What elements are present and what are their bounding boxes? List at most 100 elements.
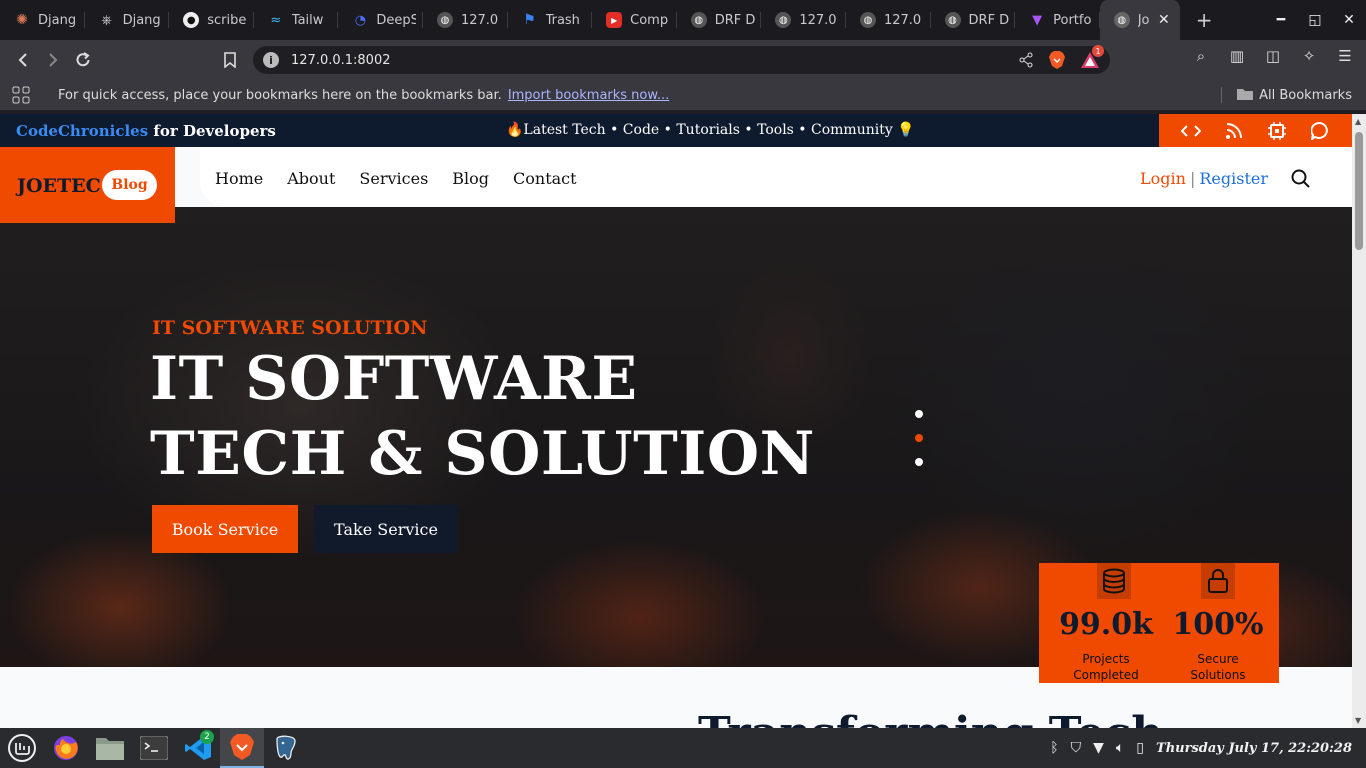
vite-icon: ▼ bbox=[1032, 12, 1043, 28]
rss-icon[interactable] bbox=[1223, 120, 1245, 142]
import-bookmarks-link[interactable]: Import bookmarks now... bbox=[508, 88, 669, 103]
brave-rewards-icon[interactable]: 1 bbox=[1080, 45, 1104, 73]
minimize-icon[interactable]: ━ bbox=[1264, 12, 1298, 28]
globe-icon: ◍ bbox=[1113, 12, 1130, 28]
chip-icon[interactable] bbox=[1266, 120, 1288, 142]
nav-services[interactable]: Services bbox=[359, 169, 428, 188]
apps-grid-icon[interactable] bbox=[12, 86, 30, 104]
chat-icon[interactable] bbox=[1309, 120, 1331, 142]
shield-icon[interactable]: ⛉ bbox=[1071, 740, 1082, 756]
tab-title: Portfo bbox=[1053, 12, 1092, 28]
brave-shields-icon[interactable] bbox=[1048, 50, 1066, 74]
battery-icon[interactable]: ▯ bbox=[1136, 740, 1144, 756]
tab-title: scribe bbox=[207, 12, 247, 28]
maximize-icon[interactable]: ◱ bbox=[1298, 12, 1332, 28]
folder-icon bbox=[1237, 87, 1254, 104]
hero-kicker: IT SOFTWARE SOLUTION bbox=[152, 317, 428, 339]
site-brand[interactable]: CodeChronicles for Developers bbox=[16, 122, 276, 140]
brave-icon[interactable] bbox=[220, 728, 264, 768]
nav-contact[interactable]: Contact bbox=[513, 169, 577, 188]
scroll-up-icon[interactable]: ▲ bbox=[1355, 117, 1361, 126]
browser-tab[interactable]: ⎈ Djang bbox=[85, 0, 170, 40]
wifi-icon[interactable]: ▼ bbox=[1093, 740, 1104, 756]
take-service-button[interactable]: Take Service bbox=[314, 505, 458, 553]
postgres-icon[interactable] bbox=[264, 728, 308, 768]
page-scrollbar[interactable]: ▲ ▼ bbox=[1352, 114, 1366, 728]
tab-title: 127.0 bbox=[799, 12, 837, 28]
bookmarks-hint: For quick access, place your bookmarks h… bbox=[58, 87, 502, 103]
carousel-dot[interactable] bbox=[915, 410, 923, 418]
close-tab-icon[interactable]: ✕ bbox=[1158, 12, 1170, 28]
close-window-icon[interactable]: ✕ bbox=[1332, 12, 1366, 28]
logo-pill: Blog bbox=[102, 170, 157, 200]
address-bar[interactable]: i 127.0.0.1:8002 1 bbox=[253, 45, 1110, 74]
code-icon[interactable] bbox=[1180, 120, 1202, 142]
stat-label-line: Projects bbox=[1082, 652, 1130, 666]
firefox-icon[interactable] bbox=[44, 728, 88, 768]
search-icon[interactable] bbox=[1290, 168, 1312, 190]
nav-about[interactable]: About bbox=[287, 169, 335, 188]
hero-title-line2: TECH & SOLUTION bbox=[150, 419, 815, 489]
tab-title: Jo bbox=[1137, 12, 1150, 28]
book-service-button[interactable]: Book Service bbox=[152, 505, 298, 553]
scrollbar-thumb[interactable] bbox=[1355, 132, 1363, 250]
browser-tab[interactable]: ◍ 127.0 bbox=[761, 0, 846, 40]
main-navigation: Home About Services Blog Contact Login | R… bbox=[200, 147, 1352, 207]
lens-search-icon[interactable]: ⌕ bbox=[1190, 45, 1212, 67]
logo-name: JOETEC bbox=[17, 175, 101, 197]
active-browser-tab[interactable]: ◍ Jo ✕ bbox=[1099, 0, 1180, 40]
auth-separator: | bbox=[1189, 169, 1196, 188]
browser-tab[interactable]: ⚑ Trash bbox=[508, 0, 593, 40]
carousel-dot[interactable] bbox=[915, 458, 923, 466]
site-info-icon[interactable]: i bbox=[263, 52, 279, 68]
site-logo[interactable]: JOETEC Blog bbox=[0, 147, 175, 223]
register-link[interactable]: Register bbox=[1199, 169, 1268, 188]
volume-icon[interactable]: 🔈︎ bbox=[1116, 740, 1124, 756]
back-button[interactable] bbox=[8, 45, 38, 75]
site-topbar: CodeChronicles for Developers 🔥Latest Te… bbox=[0, 114, 1352, 147]
browser-tab[interactable]: ◍ DRF D bbox=[931, 0, 1016, 40]
carousel-dot-active[interactable] bbox=[915, 434, 923, 442]
browser-tab[interactable]: ◍ 127.0 bbox=[846, 0, 931, 40]
vscode-icon[interactable]: 2 bbox=[176, 728, 220, 768]
brand-highlight: CodeChronicles bbox=[16, 122, 149, 140]
tab-title: Trash bbox=[545, 12, 580, 28]
bluetooth-icon[interactable]: ᛒ bbox=[1050, 740, 1058, 756]
tab-title: 127.0 bbox=[883, 12, 922, 28]
login-link[interactable]: Login bbox=[1140, 169, 1186, 188]
window-controls: ━ ◱ ✕ bbox=[1264, 0, 1366, 40]
browser-tab[interactable]: ◍ DRF D bbox=[677, 0, 762, 40]
files-icon[interactable] bbox=[88, 728, 132, 768]
browser-tab[interactable]: ▼ Portfo bbox=[1015, 0, 1100, 40]
reload-button[interactable] bbox=[68, 45, 98, 75]
bookmark-icon[interactable] bbox=[215, 45, 245, 75]
wallet-icon[interactable]: ◫ bbox=[1262, 45, 1284, 67]
flag-icon: ⚑ bbox=[523, 12, 536, 28]
claude-icon: ✺ bbox=[16, 12, 28, 28]
new-tab-button[interactable]: + bbox=[1196, 8, 1213, 32]
browser-tab[interactable]: ◔ DeepS bbox=[338, 0, 423, 40]
stat-value: 100% bbox=[1172, 607, 1264, 642]
all-bookmarks-button[interactable]: All Bookmarks bbox=[1237, 87, 1352, 104]
leo-ai-icon[interactable]: ✧ bbox=[1298, 45, 1320, 67]
browser-tab[interactable]: ≈ Tailw bbox=[254, 0, 339, 40]
scroll-down-icon[interactable]: ▼ bbox=[1355, 716, 1361, 725]
mint-menu-icon[interactable] bbox=[0, 728, 44, 768]
sidebar-toggle-icon[interactable]: ▥ bbox=[1226, 45, 1248, 67]
hero-title-line1: IT SOFTWARE bbox=[150, 344, 638, 414]
browser-tab[interactable]: ▶ Comp bbox=[592, 0, 677, 40]
tab-title: DRF D bbox=[968, 12, 1009, 28]
browser-tab[interactable]: ◍ 127.0 bbox=[423, 0, 508, 40]
nav-home[interactable]: Home bbox=[215, 169, 263, 188]
menu-icon[interactable]: ☰ bbox=[1334, 45, 1356, 67]
nav-blog[interactable]: Blog bbox=[452, 169, 489, 188]
forward-button[interactable] bbox=[38, 45, 68, 75]
terminal-icon[interactable] bbox=[132, 728, 176, 768]
share-icon[interactable] bbox=[1018, 52, 1034, 72]
stat-label-line: Solutions bbox=[1190, 668, 1246, 682]
browser-tab[interactable]: ● scribe bbox=[169, 0, 254, 40]
clock[interactable]: Thursday July 17, 22:20:28 bbox=[1156, 741, 1352, 756]
tab-title: DeepS bbox=[376, 12, 417, 28]
browser-tab[interactable]: ✺ Djang bbox=[0, 0, 85, 40]
globe-icon: ◍ bbox=[690, 12, 707, 28]
